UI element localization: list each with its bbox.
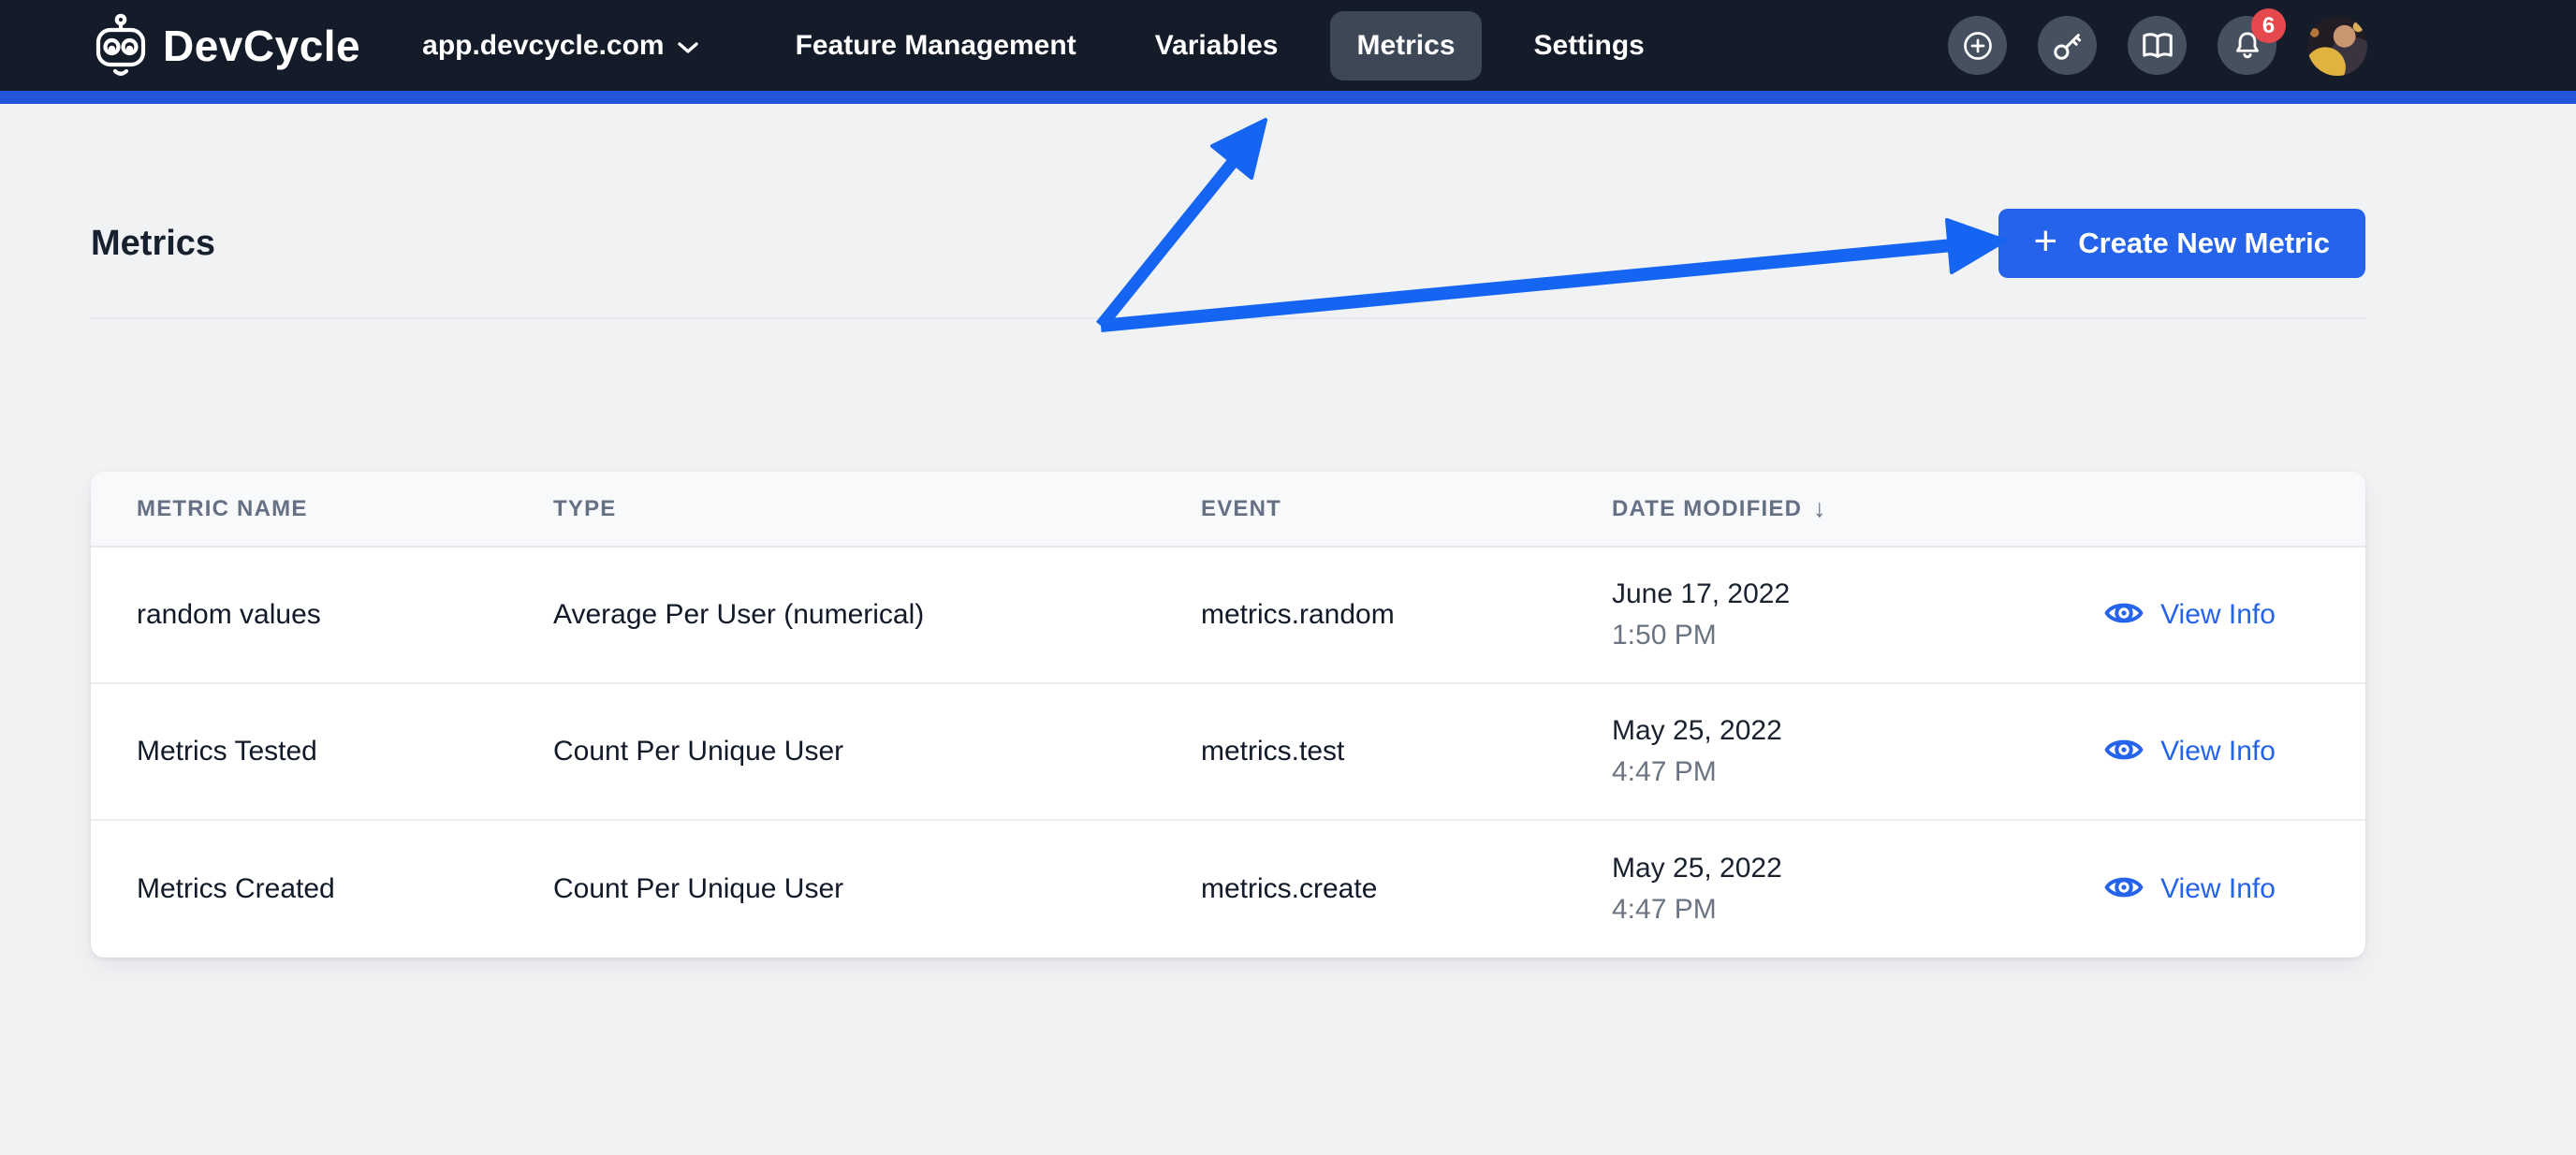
metric-type-cell: Count Per Unique User	[553, 873, 844, 904]
table-row: Metrics Tested Count Per Unique User met…	[91, 684, 2365, 821]
nav-item-variables[interactable]: Variables	[1129, 11, 1305, 80]
nav-item-feature-management[interactable]: Feature Management	[769, 11, 1103, 80]
org-selector-dropdown[interactable]: app.devcycle.com	[422, 29, 698, 62]
view-info-label: View Info	[2160, 599, 2276, 630]
create-new-metric-button[interactable]: + Create New Metric	[1998, 209, 2365, 278]
primary-nav: Feature Management Variables Metrics Set…	[769, 10, 1697, 80]
api-keys-button[interactable]	[2038, 16, 2097, 75]
plus-circle-icon	[1961, 29, 1995, 63]
notification-badge: 6	[2251, 8, 2286, 43]
view-info-label: View Info	[2160, 873, 2276, 904]
main-content: Metrics + Create New Metric Metric Name …	[0, 209, 2576, 958]
metric-name-cell: Metrics Created	[137, 873, 335, 904]
metric-type-cell: Average Per User (numerical)	[553, 599, 925, 630]
metric-event-cell: metrics.random	[1201, 599, 1395, 630]
column-header-metric-name[interactable]: Metric Name	[137, 496, 553, 522]
create-new-metric-label: Create New Metric	[2078, 227, 2330, 259]
chevron-down-icon	[677, 30, 698, 62]
key-icon	[2051, 29, 2085, 63]
metric-event-cell: metrics.create	[1201, 873, 1378, 904]
org-selector-label: app.devcycle.com	[422, 29, 665, 61]
eye-icon	[2104, 593, 2144, 637]
eye-icon	[2104, 730, 2144, 774]
metric-event-cell: metrics.test	[1201, 736, 1345, 767]
view-info-link[interactable]: View Info	[2014, 730, 2365, 774]
brand-logo[interactable]: DevCycle	[94, 13, 360, 79]
metric-name-cell: Metrics Tested	[137, 736, 317, 767]
view-info-link[interactable]: View Info	[2014, 868, 2365, 912]
add-button[interactable]	[1948, 16, 2007, 75]
metric-type-cell: Count Per Unique User	[553, 736, 844, 767]
table-row: random values Average Per User (numerica…	[91, 548, 2365, 684]
metrics-table-card: Metric Name Type Event Date Modified ↓ r…	[91, 472, 2365, 958]
table-header-row: Metric Name Type Event Date Modified ↓	[91, 472, 2365, 548]
page-header-divider	[91, 317, 2365, 319]
devcycle-robot-icon	[94, 13, 148, 79]
brand-wordmark: DevCycle	[163, 21, 361, 70]
eye-icon	[2104, 868, 2144, 912]
column-header-date-modified[interactable]: Date Modified ↓	[1612, 494, 2014, 523]
view-info-label: View Info	[2160, 736, 2276, 767]
open-book-icon	[2140, 28, 2175, 64]
top-nav: DevCycle app.devcycle.com Feature Manage…	[0, 0, 2576, 91]
date-modified-cell: May 25, 2022 4:47 PM	[1612, 715, 1782, 787]
column-header-type[interactable]: Type	[553, 496, 1201, 522]
accent-bar	[0, 91, 2576, 104]
date-modified-cell: May 25, 2022 4:47 PM	[1612, 853, 1782, 925]
sort-descending-icon: ↓	[1813, 494, 1826, 522]
metric-name-cell: random values	[137, 599, 321, 630]
table-row: Metrics Created Count Per Unique User me…	[91, 821, 2365, 958]
date-modified-cell: June 17, 2022 1:50 PM	[1612, 578, 1791, 651]
page-header: Metrics + Create New Metric	[91, 209, 2365, 278]
page-title: Metrics	[91, 223, 216, 263]
nav-item-metrics[interactable]: Metrics	[1330, 10, 1482, 80]
view-info-link[interactable]: View Info	[2014, 593, 2365, 637]
nav-item-settings[interactable]: Settings	[1508, 11, 1671, 80]
user-avatar[interactable]	[2307, 15, 2367, 76]
docs-button[interactable]	[2128, 16, 2187, 75]
column-header-event[interactable]: Event	[1201, 496, 1612, 522]
plus-icon: +	[2033, 218, 2058, 264]
nav-actions: 6	[1948, 8, 2367, 76]
notifications-button[interactable]: 6	[2217, 8, 2286, 75]
